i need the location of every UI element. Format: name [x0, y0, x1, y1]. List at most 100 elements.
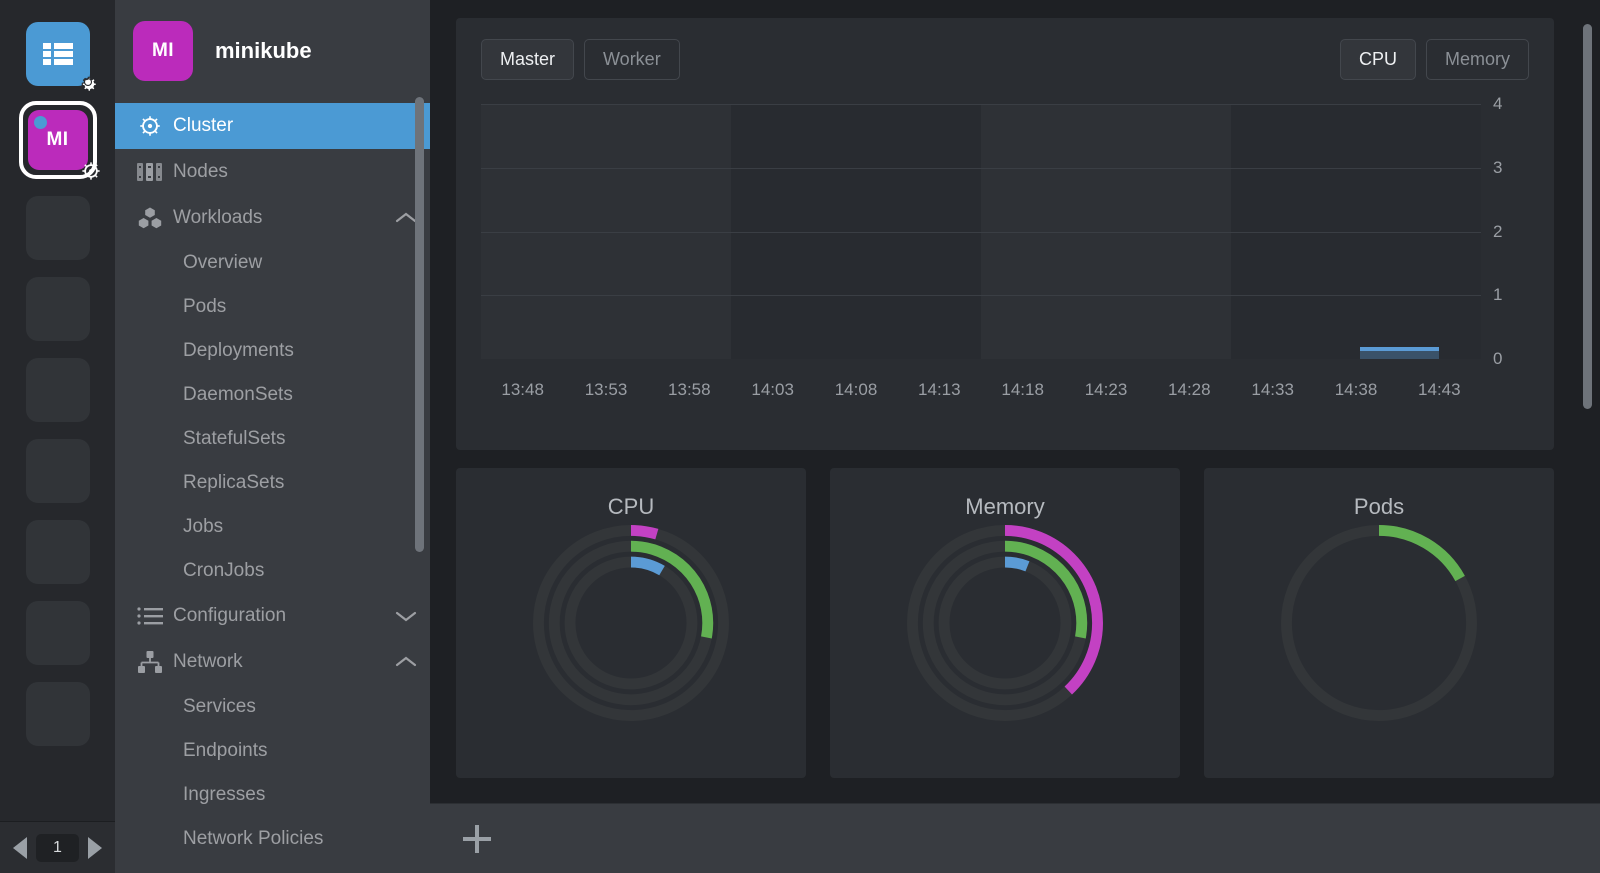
pager-next-icon[interactable] — [87, 836, 102, 859]
cubes-icon — [137, 206, 173, 230]
sidebar-item-ingresses[interactable]: Ingresses — [115, 773, 430, 817]
chart-y-tick-label: 4 — [1493, 94, 1503, 113]
main-scrollbar[interactable] — [1583, 24, 1592, 409]
servers-icon — [137, 160, 173, 184]
cpu-gauge-card[interactable]: CPU — [456, 468, 806, 778]
sidebar-item-label: CronJobs — [183, 560, 265, 581]
rail-pager: 1 — [0, 821, 115, 873]
sidebar-item-nodes[interactable]: Nodes — [115, 149, 430, 195]
sidebar: MI minikube Cluster Nodes Workloads Over… — [115, 0, 430, 873]
rail-empty-slot[interactable] — [25, 601, 90, 665]
gauge-svg — [906, 524, 1104, 722]
sidebar-item-workloads[interactable]: Workloads — [115, 195, 430, 241]
sidebar-item-label: Endpoints — [183, 740, 268, 761]
rail-empty-slot[interactable] — [25, 439, 90, 503]
rail-apps-button[interactable] — [25, 22, 97, 92]
rail-empty-slot[interactable] — [25, 358, 90, 422]
chart-gridline — [481, 167, 1481, 169]
sidebar-header: MI minikube — [115, 0, 430, 103]
sidebar-nav: Cluster Nodes Workloads Overview Pods De… — [115, 103, 430, 861]
sidebar-item-jobs[interactable]: Jobs — [115, 505, 430, 549]
pods-gauge-card[interactable]: Pods — [1204, 468, 1554, 778]
sidebar-item-replicasets[interactable]: ReplicaSets — [115, 461, 430, 505]
chart-y-tick-label: 3 — [1493, 157, 1503, 177]
gauge-svg — [1280, 524, 1478, 722]
chart-x-tick-label: 14:43 — [1418, 380, 1461, 399]
bottom-bar — [430, 803, 1600, 873]
rail-cluster-initials: MI — [46, 129, 69, 150]
pager-page-number[interactable]: 1 — [36, 833, 79, 862]
connected-dot-icon — [33, 116, 47, 129]
sidebar-item-overview[interactable]: Overview — [115, 241, 430, 285]
chart-gridline — [481, 231, 1481, 233]
sidebar-item-label: Pods — [183, 296, 227, 317]
chart-x-tick-label: 14:38 — [1334, 380, 1378, 399]
chart-x-tick-label: 14:08 — [834, 380, 878, 399]
add-terminal-button[interactable] — [460, 822, 494, 856]
chart-y-tick-label: 1 — [1493, 285, 1503, 305]
rail-empty-slot[interactable] — [25, 682, 90, 746]
sidebar-item-label: Network — [173, 651, 243, 672]
chart-y-tick-label: 2 — [1493, 221, 1503, 241]
sidebar-item-label: Cluster — [173, 115, 234, 136]
chevron-up-icon[interactable] — [382, 655, 430, 669]
sidebar-item-statefulsets[interactable]: StatefulSets — [115, 417, 430, 461]
memory-gauge-card[interactable]: Memory — [830, 468, 1180, 778]
resource-gauges: CPU Memory Pods — [456, 468, 1554, 778]
sidebar-item-label: Jobs — [183, 516, 224, 537]
cluster-rail-slots: MI — [18, 0, 100, 746]
gear-icon[interactable] — [77, 71, 99, 93]
rail-empty-slot[interactable] — [25, 277, 90, 341]
page-title: minikube — [215, 38, 312, 63]
sidebar-item-label: Overview — [183, 252, 263, 273]
sidebar-item-pods[interactable]: Pods — [115, 285, 430, 329]
helm-icon — [80, 160, 102, 182]
rail-empty-slot[interactable] — [25, 196, 90, 260]
chart-gridline — [481, 295, 1481, 297]
chevron-down-icon[interactable] — [382, 609, 430, 623]
memory-button[interactable]: Memory — [1425, 39, 1529, 80]
network-icon — [137, 650, 173, 674]
rail-cluster-minikube[interactable]: MI — [18, 101, 100, 180]
gauge-track — [938, 556, 1072, 690]
sidebar-item-label: Nodes — [173, 161, 228, 182]
sidebar-item-daemonsets[interactable]: DaemonSets — [115, 373, 430, 417]
sidebar-scrollbar[interactable] — [415, 97, 424, 552]
sidebar-item-services[interactable]: Services — [115, 685, 430, 729]
avatar: MI — [133, 21, 193, 81]
sidebar-item-label: Network Policies — [183, 828, 324, 849]
sidebar-item-endpoints[interactable]: Endpoints — [115, 729, 430, 773]
sidebar-item-network-policies[interactable]: Network Policies — [115, 817, 430, 861]
sidebar-item-deployments[interactable]: Deployments — [115, 329, 430, 373]
chart-x-tick-label: 13:58 — [668, 380, 711, 399]
cpu-button[interactable]: CPU — [1339, 39, 1416, 80]
worker-button[interactable]: Worker — [584, 39, 680, 80]
sidebar-item-label: DaemonSets — [183, 384, 293, 405]
sidebar-item-label: Deployments — [183, 340, 294, 361]
pods-gauge — [1204, 524, 1554, 722]
list-icon — [42, 43, 73, 65]
sidebar-item-label: Services — [183, 696, 256, 717]
chart-plot-area — [481, 104, 1481, 359]
list-lines-icon — [137, 606, 173, 626]
pods-gauge-title: Pods — [1353, 494, 1405, 519]
master-button[interactable]: Master — [481, 39, 575, 80]
sidebar-item-network[interactable]: Network — [115, 639, 430, 685]
rail-empty-slot[interactable] — [25, 520, 90, 584]
chart-x-tick-label: 14:13 — [918, 380, 961, 399]
pager-prev-icon[interactable] — [13, 836, 28, 859]
chart-y-tick-label: 0 — [1493, 349, 1503, 368]
avatar-initials: MI — [151, 40, 175, 61]
helm-icon — [137, 113, 173, 139]
sidebar-item-cronjobs[interactable]: CronJobs — [115, 549, 430, 593]
gauge-track — [564, 556, 698, 690]
cluster-rail: MI 1 — [0, 0, 115, 873]
chart-x-tick-label: 13:48 — [501, 380, 544, 399]
sidebar-item-configuration[interactable]: Configuration — [115, 593, 430, 639]
cluster-usage-chart[interactable]: 0 1 2 3 4 13:48 13:53 13:58 14:03 14:08 14:13 14:1… — [481, 94, 1529, 399]
chart-gridline — [481, 104, 1481, 105]
sidebar-item-cluster[interactable]: Cluster — [115, 103, 430, 149]
chart-x-tick-label: 14:33 — [1251, 380, 1294, 399]
sidebar-item-label: Workloads — [173, 207, 263, 228]
chart-series-segment — [1360, 347, 1440, 359]
